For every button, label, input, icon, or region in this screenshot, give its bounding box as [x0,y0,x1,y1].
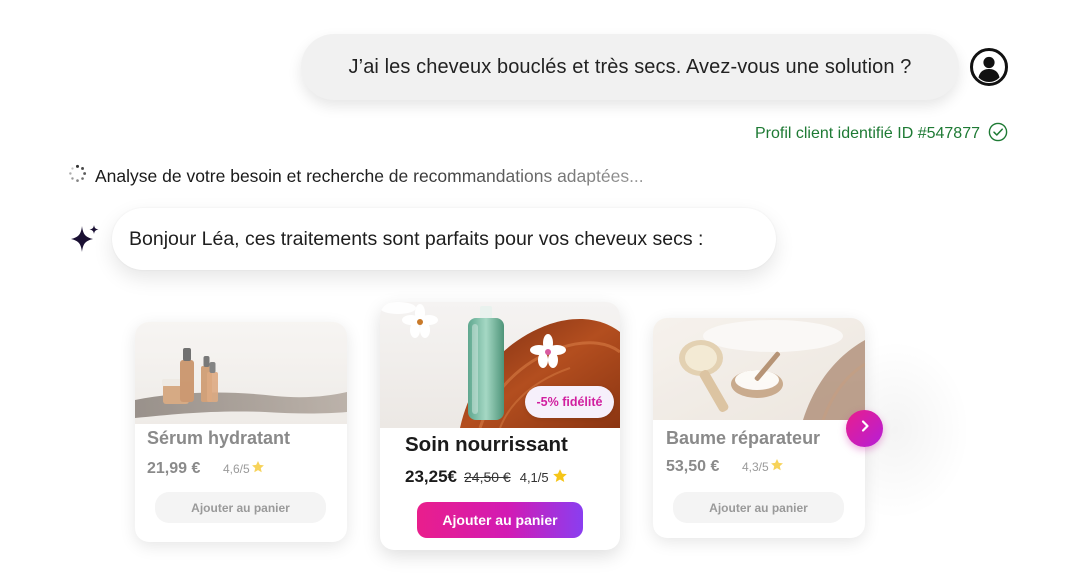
product-price-row-soin: 23,25€ 24,50 € 4,1/5 [405,467,568,487]
profile-status-text: Profil client identifié ID #547877 [754,125,980,142]
analysis-status: Analyse de votre besoin et recherche de … [68,164,644,188]
assistant-message-text: Bonjour Léa, ces traitements sont parfai… [129,227,704,250]
product-card-serum[interactable]: Sérum hydratant 21,99 € 4,6/5 Ajouter au… [135,322,347,542]
user-message-bubble: J’ai les cheveux bouclés et très secs. A… [301,34,959,100]
profile-status: Profil client identifié ID #547877 [755,122,1008,146]
rating-value: 4,1/5 [519,469,549,485]
loyalty-badge-text: -5% fidélité [536,395,603,409]
product-image-baume [653,318,865,421]
product-price-soin: 23,25€ [405,467,457,486]
product-image-serum [135,322,347,424]
product-rating-baume: 4,3/5 [742,458,784,475]
add-to-cart-button-serum[interactable]: Ajouter au panier [155,492,326,523]
product-card-soin[interactable]: -5% fidélité Soin nourrissant 23,25€ 24,… [380,302,620,550]
star-icon [552,468,568,487]
user-avatar-icon[interactable] [970,48,1008,86]
add-to-cart-label: Ajouter au panier [709,500,808,515]
loyalty-badge: -5% fidélité [525,386,614,418]
add-to-cart-label: Ajouter au panier [191,500,290,515]
product-rating-serum: 4,6/5 [223,460,265,477]
chevron-right-icon [858,419,872,438]
product-name-serum: Sérum hydratant [147,428,291,448]
user-message-text: J’ai les cheveux bouclés et très secs. A… [348,55,912,78]
add-to-cart-button-baume[interactable]: Ajouter au panier [673,492,844,523]
product-card-baume[interactable]: Baume réparateur 53,50 € 4,3/5 Ajouter a… [653,318,865,538]
product-name-baume: Baume réparateur [666,428,821,448]
rating-value: 4,3/5 [742,459,769,474]
product-rating-soin: 4,1/5 [520,468,568,487]
carousel-next-button[interactable] [846,410,883,447]
product-price-baume: 53,50 € [666,458,720,475]
rating-value: 4,6/5 [223,461,250,476]
add-to-cart-button-soin[interactable]: Ajouter au panier [417,502,583,538]
star-icon [251,460,265,477]
analysis-status-text: Analyse de votre besoin et recherche de … [95,165,644,186]
product-old-price-soin: 24,50 € [464,469,511,485]
assistant-message-bubble: Bonjour Léa, ces traitements sont parfai… [112,208,776,270]
add-to-cart-label: Ajouter au panier [442,512,558,528]
product-name-soin: Soin nourrissant [405,433,568,456]
product-price-serum: 21,99 € [147,460,201,477]
check-circle-icon [988,122,1008,147]
loading-spinner-icon [68,164,87,188]
sparkle-icon [67,222,103,258]
star-icon [770,458,784,475]
